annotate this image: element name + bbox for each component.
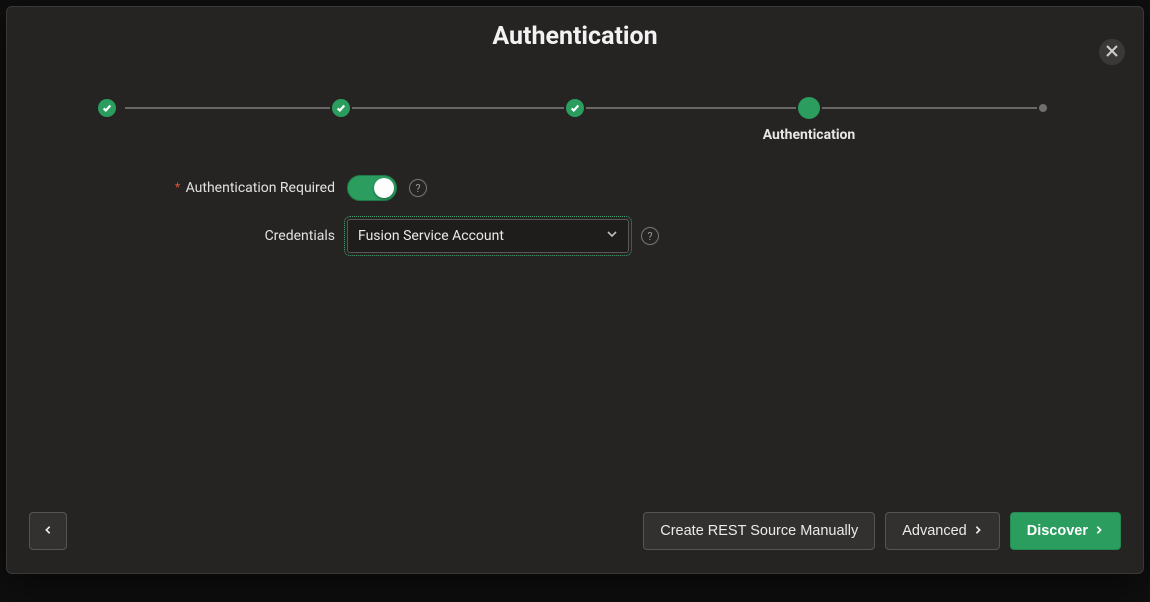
authentication-modal: Authentication Authentication bbox=[6, 6, 1144, 574]
step-label-authentication: Authentication bbox=[763, 127, 856, 143]
chevron-right-icon bbox=[1094, 523, 1104, 539]
row-credentials: Credentials Fusion Service Account ? bbox=[7, 219, 1143, 253]
form-area: * Authentication Required ? Credentials … bbox=[7, 147, 1143, 507]
toggle-knob bbox=[374, 178, 394, 198]
chevron-right-icon bbox=[973, 523, 983, 539]
row-auth-required: * Authentication Required ? bbox=[7, 175, 1143, 201]
discover-button[interactable]: Discover bbox=[1010, 512, 1121, 550]
modal-header: Authentication bbox=[7, 7, 1143, 65]
label-text: Credentials bbox=[265, 228, 335, 244]
close-icon bbox=[1106, 45, 1118, 60]
pending-step-dot bbox=[1039, 104, 1047, 112]
modal-footer: Create REST Source Manually Advanced Dis… bbox=[7, 507, 1143, 573]
button-label: Discover bbox=[1027, 523, 1088, 539]
button-label: Create REST Source Manually bbox=[660, 523, 858, 539]
button-label: Advanced bbox=[902, 523, 967, 539]
check-icon bbox=[332, 99, 350, 117]
label-credentials: Credentials bbox=[7, 228, 347, 244]
credentials-select[interactable]: Fusion Service Account bbox=[347, 219, 629, 253]
required-indicator: * bbox=[175, 180, 180, 194]
chevron-left-icon bbox=[43, 523, 53, 539]
help-icon[interactable]: ? bbox=[409, 179, 427, 197]
select-value: Fusion Service Account bbox=[358, 228, 504, 244]
auth-required-toggle[interactable] bbox=[347, 175, 397, 201]
create-rest-source-manually-button[interactable]: Create REST Source Manually bbox=[643, 512, 875, 550]
modal-title: Authentication bbox=[492, 22, 657, 51]
chevron-down-icon bbox=[606, 228, 618, 244]
current-step-dot bbox=[798, 97, 820, 119]
label-auth-required: * Authentication Required bbox=[7, 180, 347, 196]
label-text: Authentication Required bbox=[186, 180, 335, 196]
back-button[interactable] bbox=[29, 512, 67, 550]
wizard-stepper: Authentication bbox=[107, 87, 1043, 147]
check-icon bbox=[566, 99, 584, 117]
help-icon[interactable]: ? bbox=[641, 227, 659, 245]
check-icon bbox=[98, 99, 116, 117]
advanced-button[interactable]: Advanced bbox=[885, 512, 1000, 550]
close-button[interactable] bbox=[1099, 39, 1125, 65]
